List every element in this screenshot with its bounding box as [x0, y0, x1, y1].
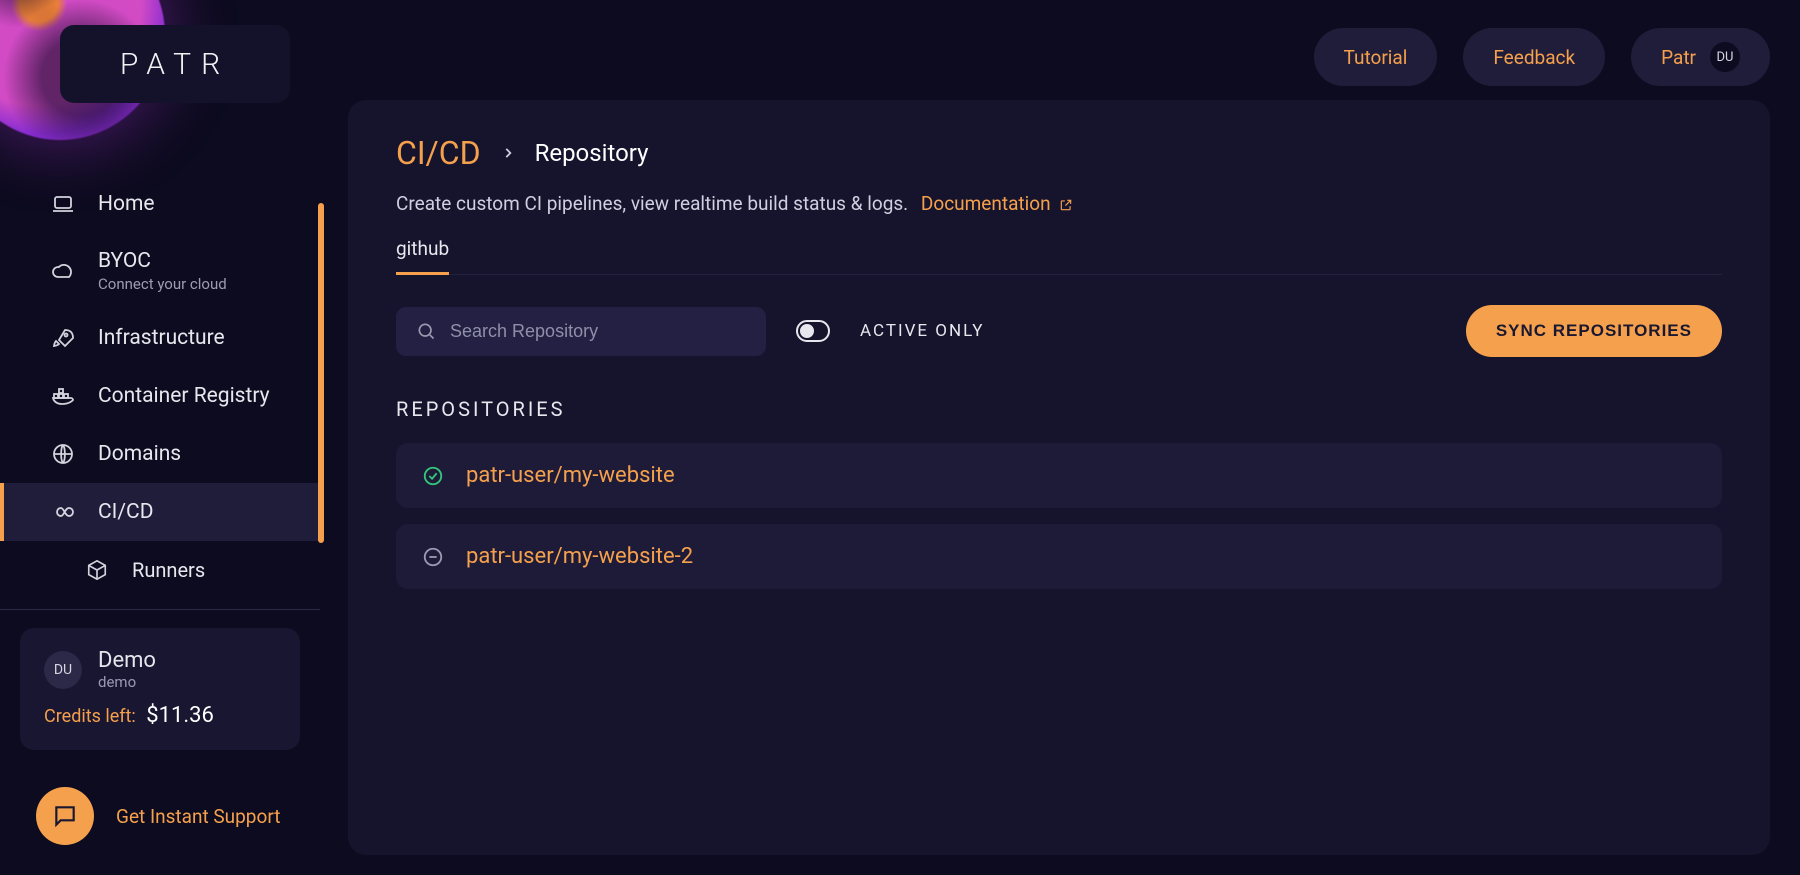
sidebar: Home BYOC Connect your cloud Infrastruct… — [0, 175, 320, 750]
brand-text: PATR — [120, 47, 230, 82]
doc-link-label: Documentation — [921, 192, 1051, 215]
cloud-icon — [50, 258, 76, 284]
sidebar-item-label: BYOC — [98, 249, 227, 273]
credits-label: Credits left: — [44, 706, 136, 727]
check-circle-icon — [422, 465, 444, 487]
box-icon — [84, 557, 110, 583]
sidebar-item-cicd[interactable]: CI/CD — [0, 483, 320, 541]
tutorial-label: Tutorial — [1344, 46, 1408, 69]
sidebar-item-label: Domains — [98, 442, 181, 466]
support-row: Get Instant Support — [36, 787, 280, 845]
workspace-handle: demo — [98, 673, 156, 691]
sidebar-item-container-registry[interactable]: Container Registry — [0, 367, 320, 425]
feedback-button[interactable]: Feedback — [1463, 28, 1605, 86]
sidebar-item-label: CI/CD — [98, 500, 154, 524]
page-subtitle: Create custom CI pipelines, view realtim… — [396, 192, 1722, 215]
tab-github[interactable]: github — [396, 237, 449, 275]
sidebar-item-infrastructure[interactable]: Infrastructure — [0, 309, 320, 367]
sidebar-item-byoc[interactable]: BYOC Connect your cloud — [0, 233, 320, 309]
tab-underline — [396, 274, 1722, 275]
repository-item[interactable]: patr-user/my-website — [396, 443, 1722, 508]
repositories-heading: REPOSITORIES — [396, 397, 1722, 421]
documentation-link[interactable]: Documentation — [921, 192, 1073, 215]
sidebar-item-label: Runners — [132, 558, 205, 582]
tutorial-button[interactable]: Tutorial — [1314, 28, 1438, 86]
sidebar-item-sublabel: Connect your cloud — [98, 275, 227, 293]
active-only-label: ACTIVE ONLY — [860, 321, 985, 341]
sidebar-item-runners[interactable]: Runners — [0, 541, 320, 599]
sidebar-scroll-indicator — [318, 203, 324, 543]
search-repository[interactable] — [396, 307, 766, 356]
credits-amount: $11.36 — [146, 703, 214, 728]
brand-logo[interactable]: PATR — [60, 25, 290, 103]
user-avatar-badge: DU — [1710, 42, 1740, 72]
provider-tabs: github — [396, 237, 1722, 275]
search-input[interactable] — [450, 321, 746, 342]
active-only-toggle[interactable] — [796, 320, 830, 342]
subtitle-text: Create custom CI pipelines, view realtim… — [396, 192, 908, 215]
workspace-switcher[interactable]: Patr DU — [1631, 28, 1770, 86]
feedback-label: Feedback — [1493, 46, 1575, 69]
chat-icon — [52, 803, 78, 829]
sidebar-item-domains[interactable]: Domains — [0, 425, 320, 483]
sidebar-item-label: Infrastructure — [98, 326, 225, 350]
sync-repositories-button[interactable]: SYNC REPOSITORIES — [1466, 305, 1722, 357]
repository-name: patr-user/my-website — [466, 463, 675, 488]
breadcrumb-root[interactable]: CI/CD — [396, 134, 481, 172]
infinity-icon — [50, 499, 76, 525]
sidebar-divider — [0, 609, 320, 610]
globe-icon — [50, 441, 76, 467]
rocket-icon — [50, 325, 76, 351]
support-link[interactable]: Get Instant Support — [116, 805, 280, 828]
support-chat-button[interactable] — [36, 787, 94, 845]
repository-list: patr-user/my-website patr-user/my-websit… — [396, 443, 1722, 589]
minus-circle-icon — [422, 546, 444, 568]
sidebar-item-label: Container Registry — [98, 384, 270, 408]
tab-label: github — [396, 237, 449, 260]
breadcrumb: CI/CD Repository — [396, 134, 1722, 172]
repository-name: patr-user/my-website-2 — [466, 544, 693, 569]
sidebar-item-label: Home — [98, 192, 155, 216]
laptop-icon — [50, 191, 76, 217]
main-panel: CI/CD Repository Create custom CI pipeli… — [348, 100, 1770, 855]
search-icon — [416, 321, 436, 341]
external-link-icon — [1059, 198, 1073, 212]
workspace-name: Demo — [98, 648, 156, 673]
chevron-right-icon — [501, 146, 515, 160]
breadcrumb-leaf: Repository — [535, 139, 649, 167]
docker-icon — [50, 383, 76, 409]
top-actions: Tutorial Feedback Patr DU — [1314, 28, 1770, 86]
sync-button-label: SYNC REPOSITORIES — [1496, 321, 1692, 340]
workspace-card[interactable]: DU Demo demo Credits left: $11.36 — [20, 628, 300, 750]
workspace-credits: Credits left: $11.36 — [44, 703, 276, 728]
workspace-short-label: Patr — [1661, 46, 1696, 69]
sidebar-item-home[interactable]: Home — [0, 175, 320, 233]
controls-bar: ACTIVE ONLY SYNC REPOSITORIES — [396, 305, 1722, 357]
workspace-avatar: DU — [44, 651, 82, 689]
repository-item[interactable]: patr-user/my-website-2 — [396, 524, 1722, 589]
